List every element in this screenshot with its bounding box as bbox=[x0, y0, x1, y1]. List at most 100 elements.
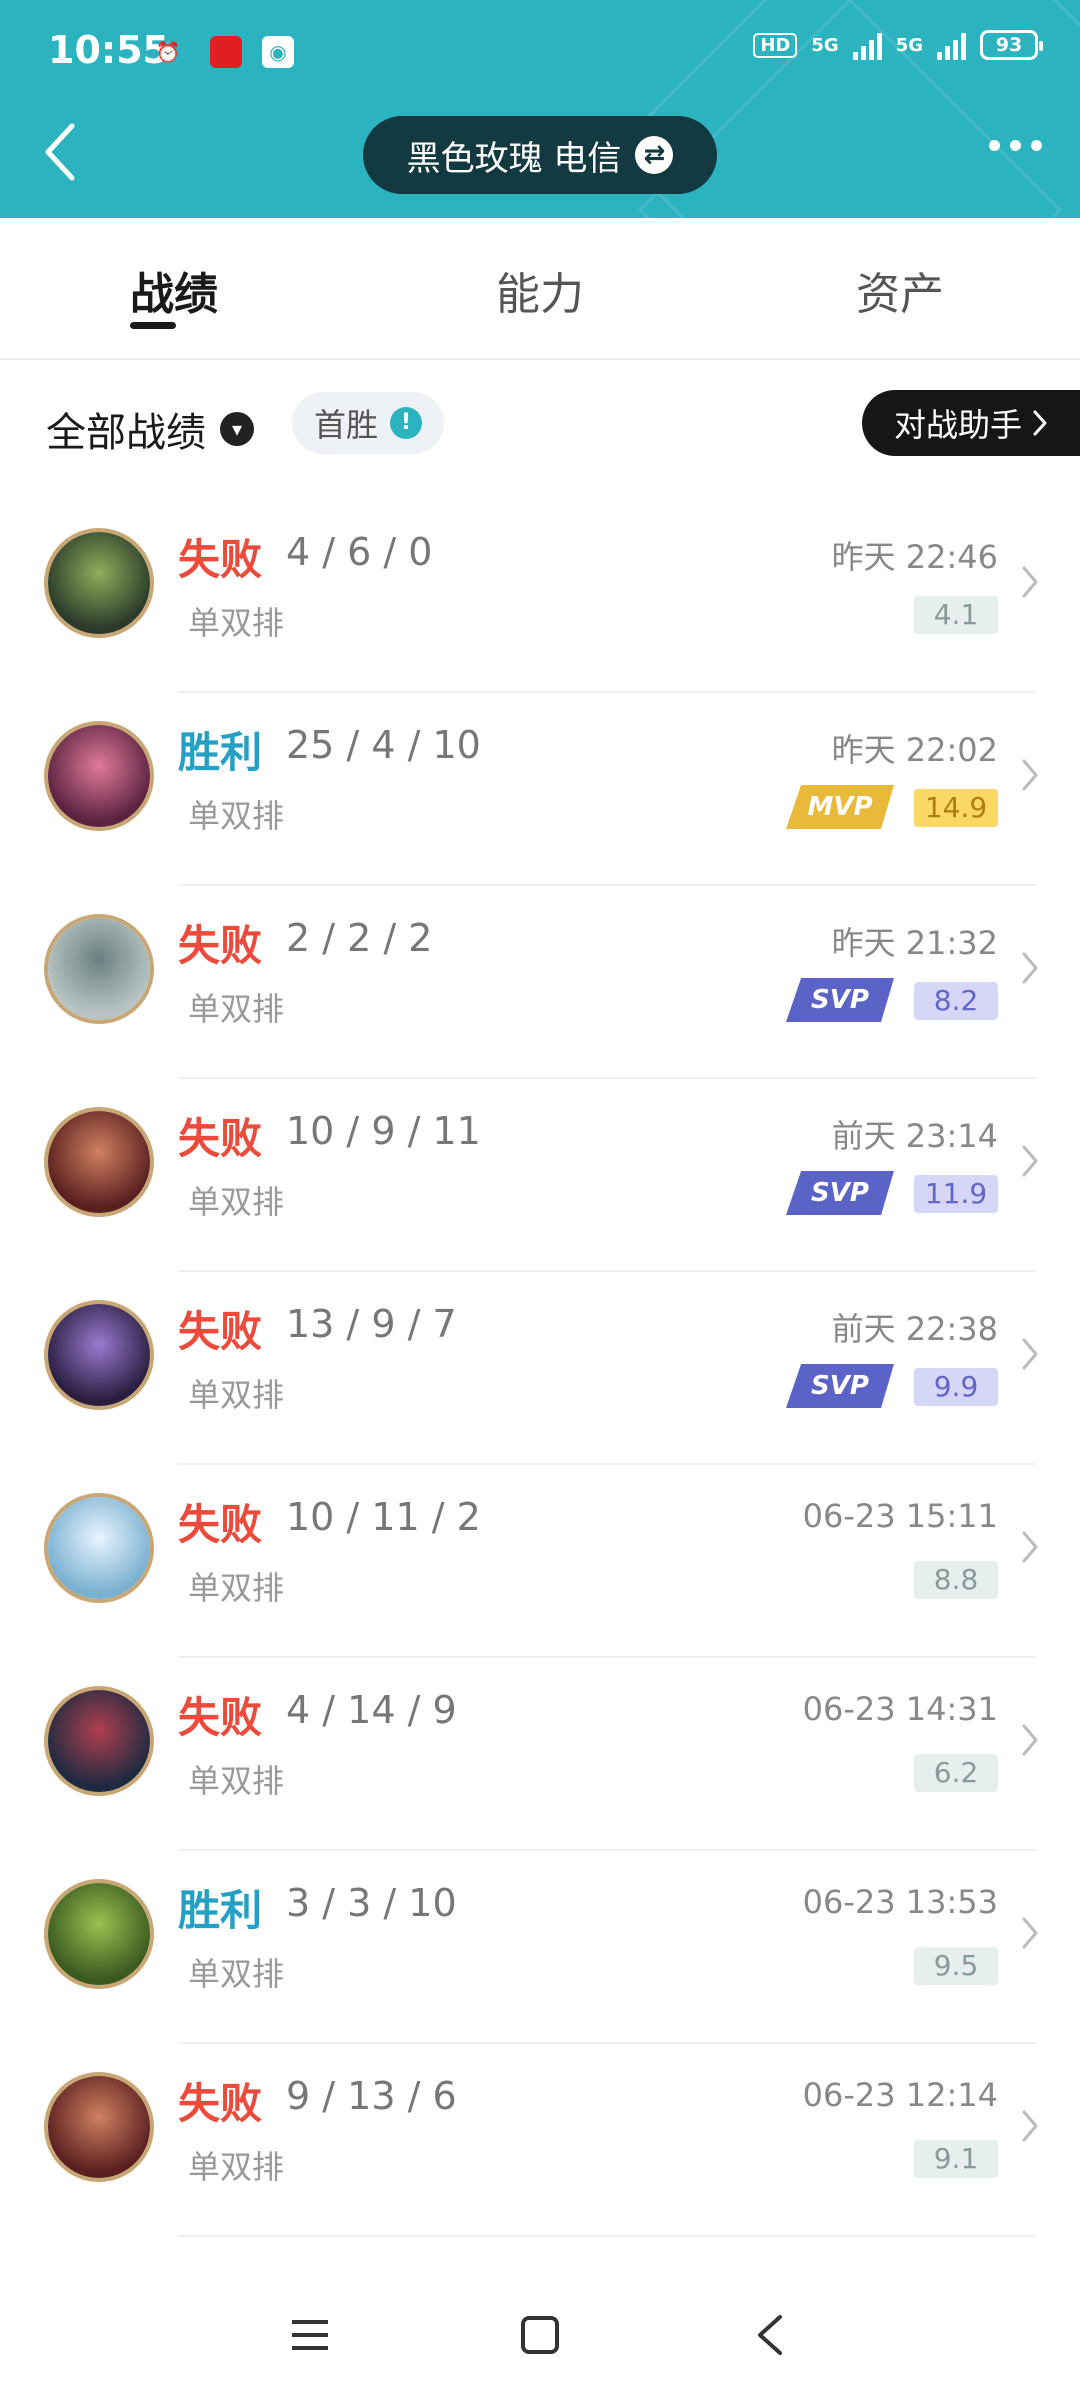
row-divider bbox=[178, 2235, 1036, 2237]
mvp-badge: MVP bbox=[786, 785, 894, 829]
chevron-left-icon bbox=[45, 123, 75, 181]
notification-app-icon bbox=[210, 36, 242, 68]
match-score: 11.9 bbox=[914, 1175, 998, 1213]
champion-avatar bbox=[44, 1300, 154, 1410]
battle-helper-button[interactable]: 对战助手 bbox=[862, 390, 1080, 456]
match-row[interactable]: 失败 4 / 14 / 9 单双排 06-23 14:31 6.2 bbox=[0, 1658, 1080, 1851]
account-switcher[interactable]: 黑色玫瑰 电信 ⇄ bbox=[363, 116, 717, 194]
match-score: 14.9 bbox=[914, 789, 998, 827]
match-score: 9.9 bbox=[914, 1368, 998, 1406]
champion-portrait bbox=[48, 725, 150, 827]
first-win-label: 首胜 bbox=[314, 406, 379, 444]
record-filter-dropdown[interactable]: 全部战绩 ▾ bbox=[46, 400, 254, 458]
match-row[interactable]: 胜利 3 / 3 / 10 单双排 06-23 13:53 9.5 bbox=[0, 1851, 1080, 2044]
active-tab-indicator bbox=[130, 322, 176, 329]
svp-badge: SVP bbox=[786, 1364, 894, 1408]
match-kda: 2 / 2 / 2 bbox=[286, 916, 433, 960]
tab-assets[interactable]: 资产 bbox=[856, 258, 944, 322]
champion-portrait bbox=[48, 1690, 150, 1792]
match-row[interactable]: 失败 9 / 13 / 6 单双排 06-23 12:14 9.1 bbox=[0, 2044, 1080, 2237]
match-list: 失败 4 / 6 / 0 单双排 昨天 22:46 4.1 胜利 25 / 4 / 10 单双… bbox=[0, 500, 1080, 2270]
chevron-down-icon: ▾ bbox=[220, 412, 254, 446]
match-result: 失败 bbox=[178, 921, 263, 970]
match-mode: 单双排 bbox=[188, 1762, 285, 1800]
chevron-right-icon bbox=[1022, 1917, 1038, 1949]
champion-portrait bbox=[48, 1497, 150, 1599]
match-time: 前天 22:38 bbox=[831, 1310, 998, 1348]
match-row[interactable]: 失败 13 / 9 / 7 单双排 前天 22:38 SVP 9.9 bbox=[0, 1272, 1080, 1465]
match-score: 9.5 bbox=[914, 1947, 998, 1985]
first-win-chip[interactable]: 首胜 ! bbox=[292, 392, 445, 454]
champion-avatar bbox=[44, 1879, 154, 1989]
back-triangle-icon[interactable] bbox=[740, 2305, 800, 2365]
match-row[interactable]: 胜利 25 / 4 / 10 单双排 昨天 22:02 MVP 14.9 bbox=[0, 693, 1080, 886]
match-result: 胜利 bbox=[178, 1886, 263, 1935]
match-mode: 单双排 bbox=[188, 990, 285, 1028]
match-result: 失败 bbox=[178, 1693, 263, 1742]
chevron-right-icon bbox=[1022, 566, 1038, 598]
tab-record[interactable]: 战绩 bbox=[130, 258, 218, 322]
match-time: 昨天 22:46 bbox=[831, 538, 998, 576]
match-time: 前天 23:14 bbox=[831, 1117, 998, 1155]
match-mode: 单双排 bbox=[188, 1376, 285, 1414]
match-row[interactable]: 失败 2 / 2 / 2 单双排 昨天 21:32 SVP 8.2 bbox=[0, 886, 1080, 1079]
chevron-right-icon bbox=[1022, 1145, 1038, 1177]
match-row[interactable]: 失败 10 / 9 / 11 单双排 前天 23:14 SVP 11.9 bbox=[0, 1079, 1080, 1272]
match-time: 06-23 13:53 bbox=[802, 1883, 998, 1921]
match-kda: 4 / 14 / 9 bbox=[286, 1688, 457, 1732]
champion-avatar bbox=[44, 1686, 154, 1796]
app-header: 10:55 ⏰ ◉ HD 5G 5G 93 黑色玫瑰 电信 ⇄ bbox=[0, 0, 1080, 218]
match-kda: 25 / 4 / 10 bbox=[286, 723, 481, 767]
info-icon: ! bbox=[390, 407, 423, 439]
hd-voice-icon: HD bbox=[753, 32, 798, 58]
network-type-1: 5G bbox=[811, 34, 839, 56]
tab-ability[interactable]: 能力 bbox=[496, 258, 584, 322]
record-filter-label: 全部战绩 bbox=[46, 410, 206, 456]
match-mode: 单双排 bbox=[188, 1955, 285, 1993]
match-result: 失败 bbox=[178, 1500, 263, 1549]
menu-icon[interactable] bbox=[280, 2305, 340, 2365]
notification-app-icon-2: ◉ bbox=[262, 36, 294, 68]
match-time: 06-23 15:11 bbox=[802, 1497, 998, 1535]
champion-avatar bbox=[44, 2072, 154, 2182]
match-mode: 单双排 bbox=[188, 604, 285, 642]
home-square-icon[interactable] bbox=[510, 2305, 570, 2365]
filter-row: 全部战绩 ▾ 首胜 ! 对战助手 bbox=[0, 380, 1080, 480]
battle-helper-label: 对战助手 bbox=[893, 406, 1022, 444]
alarm-icon: ⏰ bbox=[155, 40, 181, 64]
champion-portrait bbox=[48, 532, 150, 634]
tab-bar: 战绩 能力 资产 bbox=[0, 218, 1080, 360]
match-row[interactable]: 失败 10 / 11 / 2 单双排 06-23 15:11 8.8 bbox=[0, 1465, 1080, 1658]
chevron-right-icon bbox=[1033, 410, 1047, 436]
chevron-right-icon bbox=[1022, 759, 1038, 791]
match-time: 06-23 14:31 bbox=[802, 1690, 998, 1728]
champion-avatar bbox=[44, 721, 154, 831]
match-score: 6.2 bbox=[914, 1754, 998, 1792]
system-nav-bar bbox=[0, 2270, 1080, 2400]
match-result: 失败 bbox=[178, 535, 263, 584]
chevron-right-icon bbox=[1022, 1531, 1038, 1563]
chevron-right-icon bbox=[1022, 2110, 1038, 2142]
match-result: 失败 bbox=[178, 1307, 263, 1356]
swap-icon: ⇄ bbox=[635, 136, 674, 174]
match-result: 失败 bbox=[178, 1114, 263, 1163]
match-time: 昨天 22:02 bbox=[831, 731, 998, 769]
champion-avatar bbox=[44, 1107, 154, 1217]
status-bar: 10:55 ⏰ ◉ HD 5G 5G 93 bbox=[0, 0, 1080, 100]
chevron-right-icon bbox=[1022, 1338, 1038, 1370]
match-score: 9.1 bbox=[914, 2140, 998, 2178]
match-kda: 10 / 9 / 11 bbox=[286, 1109, 481, 1153]
match-kda: 4 / 6 / 0 bbox=[286, 530, 433, 574]
more-dots-icon[interactable] bbox=[989, 140, 1042, 151]
match-mode: 单双排 bbox=[188, 1183, 285, 1221]
match-result: 失败 bbox=[178, 2079, 263, 2128]
champion-avatar bbox=[44, 1493, 154, 1603]
champion-portrait bbox=[48, 1111, 150, 1213]
svp-badge: SVP bbox=[786, 978, 894, 1022]
back-button[interactable] bbox=[40, 120, 100, 192]
champion-avatar bbox=[44, 914, 154, 1024]
match-score: 8.8 bbox=[914, 1561, 998, 1599]
match-mode: 单双排 bbox=[188, 1569, 285, 1607]
match-row[interactable]: 失败 4 / 6 / 0 单双排 昨天 22:46 4.1 bbox=[0, 500, 1080, 693]
signal-icon bbox=[937, 30, 966, 60]
